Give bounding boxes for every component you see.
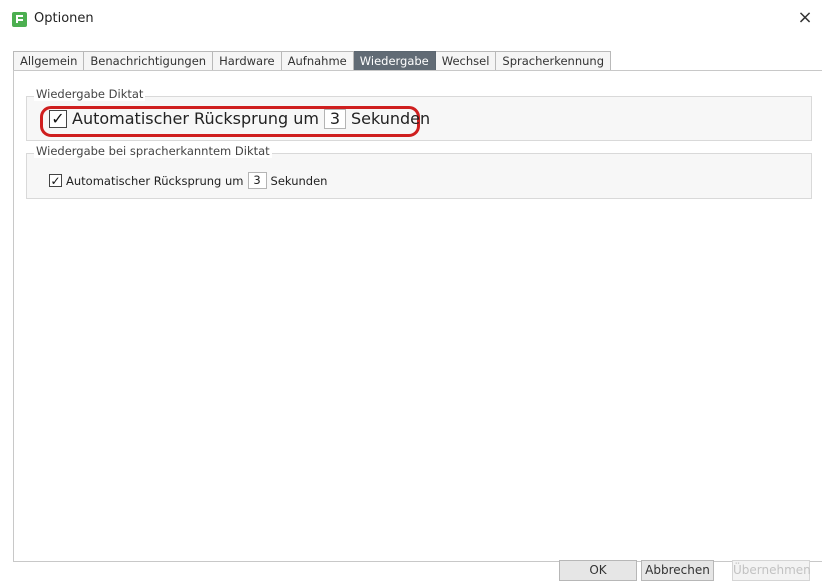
checkbox-checked-icon[interactable]: ✓ — [49, 110, 67, 128]
group-title-wiedergabe-diktat: Wiedergabe Diktat — [34, 87, 146, 101]
window-titlebar: Optionen × — [0, 0, 822, 40]
cancel-button[interactable]: Abbrechen — [641, 560, 714, 581]
ok-button[interactable]: OK — [559, 560, 637, 581]
auto-return-label: Automatischer Rücksprung um — [66, 173, 244, 188]
auto-return-row-spracherkannt: ✓ Automatischer Rücksprung um 3 Sekunden — [49, 172, 327, 189]
close-icon[interactable]: × — [796, 9, 814, 27]
wiedergabe-panel: Wiedergabe Diktat ✓ Automatischer Rücksp… — [13, 70, 822, 562]
wiedergabe-diktat-group: Wiedergabe Diktat ✓ Automatischer Rücksp… — [26, 87, 812, 141]
tab-benachrichtigungen[interactable]: Benachrichtigungen — [84, 51, 214, 71]
seconds-input[interactable]: 3 — [323, 109, 346, 129]
auto-return-label: Automatischer Rücksprung um — [72, 109, 319, 128]
tab-allgemein[interactable]: Allgemein — [13, 51, 85, 71]
group-title-spracherkannt: Wiedergabe bei spracherkanntem Diktat — [34, 144, 272, 158]
tab-hardware[interactable]: Hardware — [213, 51, 282, 71]
tab-aufnahme[interactable]: Aufnahme — [281, 51, 354, 71]
seconds-unit: Sekunden — [270, 173, 328, 188]
options-dialog: Allgemein Benachrichtigungen Hardware Au… — [10, 45, 822, 582]
app-icon — [12, 12, 27, 27]
dialog-buttons: OK Abbrechen Übernehmen — [10, 560, 822, 582]
auto-return-row-diktat: ✓ Automatischer Rücksprung um 3 Sekunden — [49, 109, 430, 129]
checkbox-checked-icon[interactable]: ✓ — [49, 174, 62, 187]
spracherkannt-group: Wiedergabe bei spracherkanntem Diktat ✓ … — [26, 144, 812, 199]
apply-button[interactable]: Übernehmen — [732, 560, 811, 581]
tab-strip: Allgemein Benachrichtigungen Hardware Au… — [13, 50, 611, 71]
tab-spracherkennung[interactable]: Spracherkennung — [496, 51, 611, 71]
tab-wiedergabe[interactable]: Wiedergabe — [353, 51, 436, 71]
tab-wechsel[interactable]: Wechsel — [435, 51, 497, 71]
seconds-input[interactable]: 3 — [247, 172, 267, 189]
seconds-unit: Sekunden — [350, 109, 431, 128]
window-title: Optionen — [34, 11, 94, 26]
